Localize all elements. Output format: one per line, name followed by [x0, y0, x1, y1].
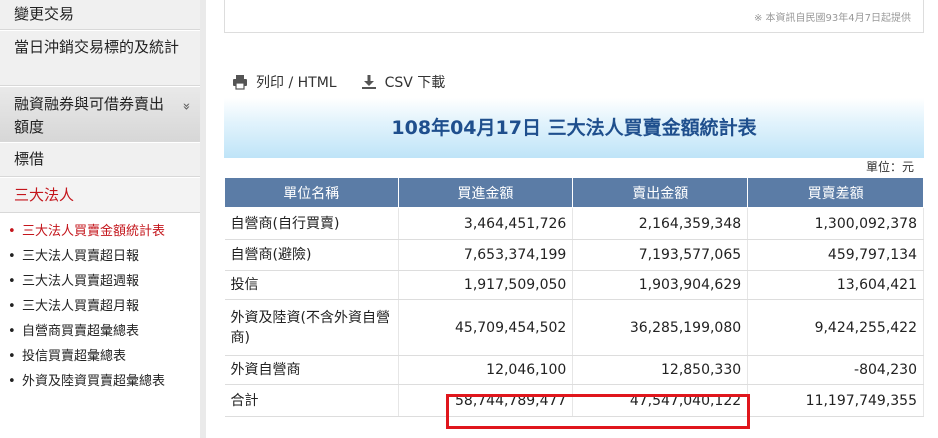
sidebar-item-tender[interactable]: 標借 — [0, 143, 200, 177]
sub-item-foreign-summary[interactable]: • 外資及陸資買賣超彙總表 — [0, 372, 200, 391]
column-header-buy-amount[interactable]: 買進金額 — [397, 177, 574, 208]
sub-item-weekly-report[interactable]: • 三大法人買賣超週報 — [0, 272, 200, 291]
cell-unit-name: 外資及陸資(不含外資自營商) — [224, 299, 399, 356]
toolbar: 列印 / HTML CSV 下載 — [232, 72, 469, 92]
sidebar: 變更交易 當日沖銷交易標的及統計 融資融券與可借券賣出額度 » 標借 三大法人 … — [0, 0, 200, 438]
column-header-difference[interactable]: 買賣差額 — [747, 177, 924, 208]
total-highlight-box — [446, 394, 750, 429]
column-header-sell-amount[interactable]: 賣出金額 — [572, 177, 749, 208]
print-html-label: 列印 / HTML — [256, 75, 337, 91]
sidebar-sub-list: • 三大法人買賣金額統計表 • 三大法人買賣超日報 • 三大法人買賣超週報 • … — [0, 216, 200, 397]
cell-difference: -804,230 — [747, 355, 924, 385]
sidebar-item-label: 當日沖銷交易標的及統計 — [14, 38, 180, 56]
sub-item-label: 外資及陸資買賣超彙總表 — [22, 374, 166, 389]
info-note-box: ※ 本資訊自民國93年4月7日起提供 — [224, 0, 924, 33]
sub-item-dealer-summary[interactable]: • 自營商買賣超彙總表 — [0, 322, 200, 341]
sub-item-label: 自營商買賣超彙總表 — [22, 324, 140, 339]
table-row: 自營商(避險) 7,653,374,199 7,193,577,065 459,… — [224, 239, 924, 271]
cell-buy-amount: 1,917,509,050 — [398, 270, 574, 300]
cell-buy-amount: 45,709,454,502 — [398, 299, 574, 356]
cell-buy-amount: 3,464,451,726 — [398, 207, 574, 240]
bullet-icon: • — [8, 274, 16, 289]
sub-item-trading-value-stats[interactable]: • 三大法人買賣金額統計表 — [0, 222, 200, 241]
csv-download-button[interactable]: CSV 下載 — [361, 72, 446, 92]
cell-difference: 459,797,134 — [747, 239, 924, 271]
printer-icon — [233, 75, 247, 90]
cell-sell-amount: 2,164,359,348 — [572, 207, 749, 240]
sidebar-divider — [200, 0, 206, 438]
sub-item-monthly-report[interactable]: • 三大法人買賣超月報 — [0, 297, 200, 316]
sidebar-item-label: 融資融券與可借券賣出額度 — [14, 95, 165, 136]
print-html-button[interactable]: 列印 / HTML — [232, 72, 337, 92]
sub-item-label: 三大法人買賣超日報 — [22, 249, 140, 264]
cell-sell-amount: 7,193,577,065 — [572, 239, 749, 271]
sidebar-item-label: 標借 — [14, 150, 45, 168]
cell-unit-name: 自營商(自行買賣) — [224, 207, 399, 240]
sidebar-item-institutional[interactable]: 三大法人 — [0, 178, 200, 213]
sub-item-label: 投信買賣超彙總表 — [22, 349, 127, 364]
cell-difference: 9,424,255,422 — [747, 299, 924, 356]
institutional-trading-table: 單位名稱 買進金額 賣出金額 買賣差額 自營商(自行買賣) 3,464,451,… — [224, 177, 924, 417]
bullet-icon: • — [8, 299, 16, 314]
sub-item-investment-trust-summary[interactable]: • 投信買賣超彙總表 — [0, 347, 200, 366]
table-row: 自營商(自行買賣) 3,464,451,726 2,164,359,348 1,… — [224, 207, 924, 240]
sidebar-item-change-trading[interactable]: 變更交易 — [0, 0, 200, 30]
sub-item-label: 三大法人買賣超週報 — [22, 274, 140, 289]
bullet-icon: • — [8, 349, 16, 364]
sub-item-label: 三大法人買賣金額統計表 — [22, 224, 166, 239]
cell-unit-name: 外資自營商 — [224, 355, 399, 385]
sub-item-daily-report[interactable]: • 三大法人買賣超日報 — [0, 247, 200, 266]
sub-item-label: 三大法人買賣超月報 — [22, 299, 140, 314]
cell-difference: 13,604,421 — [747, 270, 924, 300]
cell-difference: 11,197,749,355 — [747, 384, 924, 417]
cell-buy-amount: 7,653,374,199 — [398, 239, 574, 271]
report-title: 108年04月17日 三大法人買賣金額統計表 — [391, 117, 757, 139]
sidebar-item-label: 三大法人 — [14, 186, 75, 204]
table-row: 外資及陸資(不含外資自營商) 45,709,454,502 36,285,199… — [224, 299, 924, 356]
download-icon — [361, 75, 376, 89]
table-row: 投信 1,917,509,050 1,903,904,629 13,604,42… — [224, 270, 924, 300]
cell-difference: 1,300,092,378 — [747, 207, 924, 240]
cell-sell-amount: 1,903,904,629 — [572, 270, 749, 300]
info-note: ※ 本資訊自民國93年4月7日起提供 — [753, 13, 911, 24]
cell-unit-name: 合計 — [224, 384, 399, 417]
bullet-icon: • — [8, 324, 16, 339]
cell-sell-amount: 12,850,330 — [572, 355, 749, 385]
cell-sell-amount: 36,285,199,080 — [572, 299, 749, 356]
cell-unit-name: 投信 — [224, 270, 399, 300]
chevron-down-icon[interactable]: » — [175, 103, 198, 111]
column-header-unit-name[interactable]: 單位名稱 — [224, 177, 399, 208]
bullet-icon: • — [8, 374, 16, 389]
bullet-icon: • — [8, 249, 16, 264]
csv-download-label: CSV 下載 — [384, 75, 446, 91]
report-title-bar: 108年04月17日 三大法人買賣金額統計表 — [224, 98, 924, 158]
sidebar-item-label: 變更交易 — [14, 5, 75, 23]
table-row: 外資自營商 12,046,100 12,850,330 -804,230 — [224, 355, 924, 385]
sidebar-item-day-trading[interactable]: 當日沖銷交易標的及統計 — [0, 31, 200, 86]
cell-unit-name: 自營商(避險) — [224, 239, 399, 271]
sidebar-item-margin-trading[interactable]: 融資融券與可借券賣出額度 » — [0, 87, 200, 142]
unit-label: 單位：元 — [865, 160, 914, 174]
bullet-icon: • — [8, 224, 16, 239]
cell-buy-amount: 12,046,100 — [398, 355, 574, 385]
table-header-row: 單位名稱 買進金額 賣出金額 買賣差額 — [224, 177, 924, 208]
